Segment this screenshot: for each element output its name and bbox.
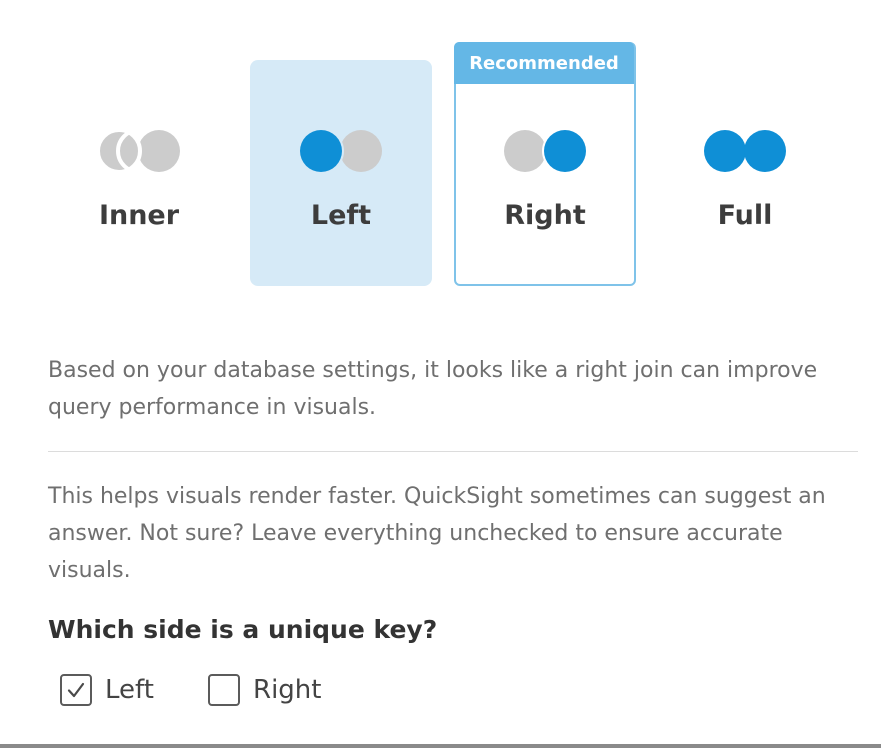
- inner-join-icon: [96, 128, 180, 174]
- join-option-full[interactable]: Full: [654, 60, 836, 286]
- unique-key-left-option[interactable]: Left: [60, 672, 154, 708]
- join-label-right: Right: [504, 200, 586, 231]
- unique-key-right-option[interactable]: Right: [208, 672, 321, 708]
- left-key-checkbox[interactable]: [60, 674, 92, 706]
- help-text: This helps visuals render faster. QuickS…: [48, 484, 826, 583]
- recommendation-text: Based on your database settings, it look…: [48, 358, 818, 420]
- divider: [48, 451, 858, 452]
- left-join-icon: [298, 128, 382, 174]
- join-option-inner[interactable]: Inner: [48, 60, 230, 286]
- unique-key-question: Which side is a unique key?: [48, 615, 438, 644]
- checkmark-icon: [67, 682, 85, 698]
- left-key-label: Left: [105, 675, 154, 705]
- join-label-left: Left: [310, 200, 372, 231]
- join-option-left[interactable]: Left: [250, 60, 432, 286]
- full-join-icon: [704, 130, 786, 172]
- join-option-right[interactable]: Recommended Right: [454, 42, 636, 286]
- right-join-icon: [504, 128, 588, 174]
- bottom-border: [0, 744, 881, 748]
- join-label-full: Full: [717, 200, 773, 231]
- right-key-label: Right: [253, 675, 322, 705]
- recommended-badge: Recommended: [454, 42, 634, 84]
- join-label-inner: Inner: [98, 200, 180, 231]
- right-key-checkbox[interactable]: [208, 674, 240, 706]
